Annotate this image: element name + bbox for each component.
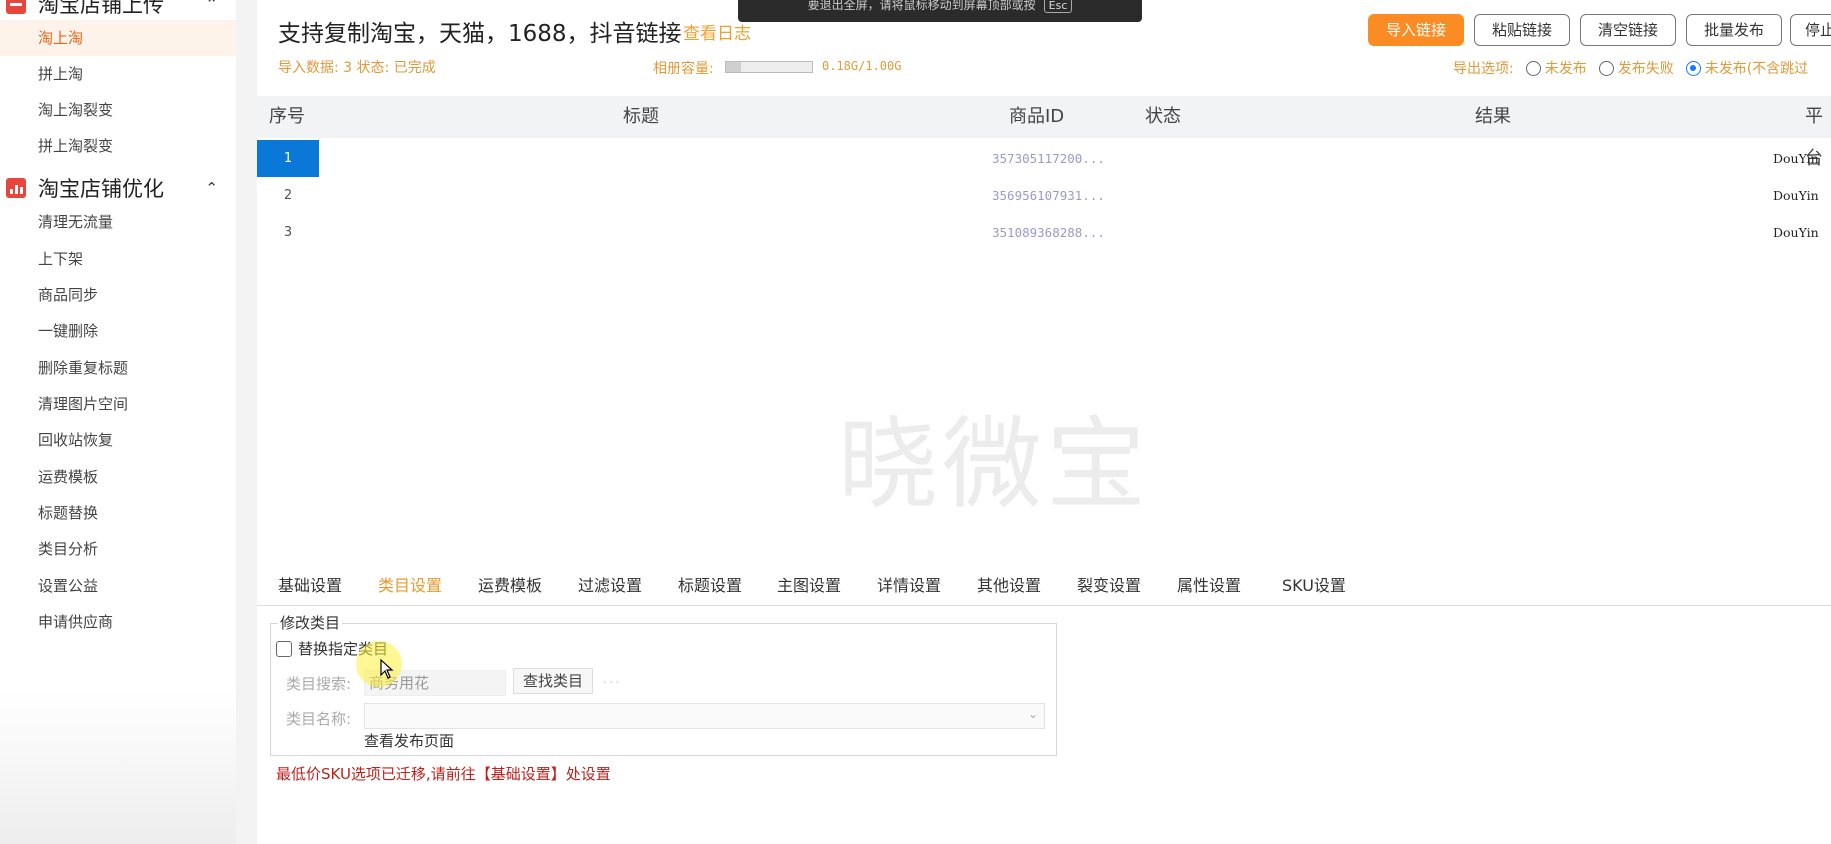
export-radio-unpublished[interactable]: 未发布 [1525,58,1587,78]
sidebar-group-label: 淘宝店铺优化 [38,177,164,201]
clear-links-button[interactable]: 清空链接 [1580,14,1676,46]
sidebar-item-clean-images[interactable]: 清理图片空间 [0,386,236,422]
find-category-button[interactable]: 查找类目 [513,668,593,694]
tab-basic[interactable]: 基础设置 [278,566,342,606]
tab-category[interactable]: 类目设置 [378,566,442,606]
export-options: 导出选项: 未发布 发布失败 未发布(不含跳过 [1453,58,1808,78]
sidebar-item-shipping-template[interactable]: 运费模板 [0,459,236,495]
tab-filter[interactable]: 过滤设置 [578,566,642,606]
view-log-link[interactable]: 查看日志 [683,19,751,44]
checkbox-icon[interactable] [276,640,292,657]
table-row[interactable]: 3 351089368288... DouYin [257,214,1831,251]
row-index: 1 [257,140,319,177]
row-platform: DouYin [1773,188,1819,203]
chevron-up-icon[interactable]: ⌃ [205,179,218,197]
batch-publish-button[interactable]: 批量发布 [1686,14,1782,46]
sidebar-group-label: 淘宝店铺上传 [38,0,164,17]
col-index[interactable]: 序号 [269,96,305,138]
album-capacity-label: 相册容量: [653,61,714,77]
sidebar-group-optimize[interactable]: 淘宝店铺优化 ⌃ [0,168,236,208]
radio-icon [1598,60,1614,76]
row-platform: DouYin [1773,151,1819,166]
table-row[interactable]: 1 357305117200... DouYin [257,140,1831,177]
radio-selected-icon [1685,60,1701,76]
esc-key-badge: Esc [1043,0,1073,13]
sku-migration-warning: 最低价SKU选项已迁移,请前往【基础设置】处设置 [276,765,611,783]
col-status[interactable]: 状态 [1145,96,1181,138]
col-product-id[interactable]: 商品ID [1009,96,1064,138]
row-product-id: 356956107931... [992,188,1105,203]
album-capacity-bar [725,61,813,73]
sidebar-item-supplier[interactable]: 申请供应商 [0,604,236,640]
sidebar-item-sync[interactable]: 商品同步 [0,277,236,313]
sidebar-item-one-click-delete[interactable]: 一键删除 [0,313,236,349]
page-title: 支持复制淘宝，天猫，1688，抖音链接 [278,21,682,47]
export-radio-unpublished-no-skip[interactable]: 未发布(不含跳过 [1685,58,1808,78]
bar-chart-icon [6,178,26,198]
settings-tabs: 基础设置 类目设置 运费模板 过滤设置 标题设置 主图设置 详情设置 其他设置 … [257,566,1831,606]
sidebar-item-category-analysis[interactable]: 类目分析 [0,531,236,567]
more-dots: ... [603,672,622,687]
col-result[interactable]: 结果 [1475,96,1511,138]
row-product-id: 351089368288... [992,225,1105,240]
import-status: 导入数据: 3 状态: 已完成 [278,60,436,76]
watermark: 晓微宝 [838,406,1150,523]
store-icon [6,0,26,14]
sidebar-item-taoshangtao-split[interactable]: 淘上淘裂变 [0,92,236,128]
category-search-label: 类目搜索: [286,675,352,693]
table-header: 序号 标题 商品ID 状态 结果 平台 [257,96,1831,169]
toast-message: 要退出全屏，请将鼠标移动到屏幕顶部或按 [807,0,1036,12]
chevron-up-icon[interactable]: ⌃ [205,0,218,13]
view-publish-page-link[interactable]: 查看发布页面 [364,730,454,751]
sidebar-item-pinshangtao-split[interactable]: 拼上淘裂变 [0,128,236,164]
table-row[interactable]: 2 356956107931... DouYin [257,177,1831,214]
sidebar-item-title-replace[interactable]: 标题替换 [0,495,236,531]
sidebar: 淘宝店铺上传 ⌃ 淘上淘 拼上淘 淘上淘裂变 拼上淘裂变 淘宝店铺优化 ⌃ 清理… [0,0,236,844]
category-name-select[interactable]: ⌄ [364,703,1045,729]
sidebar-fade [0,690,236,844]
category-name-label: 类目名称: [286,710,352,728]
tab-main-image[interactable]: 主图设置 [777,566,841,606]
col-title[interactable]: 标题 [623,96,659,138]
row-index: 2 [283,188,293,203]
tab-attribute[interactable]: 属性设置 [1177,566,1241,606]
album-capacity-value: 0.18G/1.00G [822,59,902,73]
sidebar-item-listing[interactable]: 上下架 [0,241,236,277]
sidebar-item-taoshangtao[interactable]: 淘上淘 [0,20,236,56]
sidebar-item-clean-no-traffic[interactable]: 清理无流量 [0,204,236,240]
sidebar-item-charity[interactable]: 设置公益 [0,568,236,604]
fullscreen-toast: 要退出全屏，请将鼠标移动到屏幕顶部或按 Esc [738,0,1142,22]
sidebar-item-delete-dup-titles[interactable]: 删除重复标题 [0,350,236,386]
cursor-highlight [356,641,402,687]
row-platform: DouYin [1773,225,1819,240]
stop-button[interactable]: 停止 [1790,14,1831,46]
tab-sku[interactable]: SKU设置 [1282,566,1346,606]
paste-links-button[interactable]: 粘贴链接 [1474,14,1570,46]
import-links-button[interactable]: 导入链接 [1368,14,1464,46]
tab-other[interactable]: 其他设置 [977,566,1041,606]
tab-shipping[interactable]: 运费模板 [478,566,542,606]
panel-gutter [236,0,257,844]
tab-title[interactable]: 标题设置 [678,566,742,606]
tab-detail[interactable]: 详情设置 [877,566,941,606]
radio-icon [1525,60,1541,76]
row-index: 3 [283,225,293,240]
sidebar-item-pinshangtao[interactable]: 拼上淘 [0,56,236,92]
export-radio-failed[interactable]: 发布失败 [1598,58,1674,78]
mouse-pointer-icon [380,659,394,679]
album-capacity-fill [726,62,742,72]
category-legend: 修改类目 [278,612,343,633]
tab-split[interactable]: 裂变设置 [1077,566,1141,606]
row-product-id: 357305117200... [992,151,1105,166]
sidebar-item-recycle-restore[interactable]: 回收站恢复 [0,422,236,458]
chevron-down-icon: ⌄ [1027,707,1038,721]
export-label: 导出选项: [1453,61,1514,77]
